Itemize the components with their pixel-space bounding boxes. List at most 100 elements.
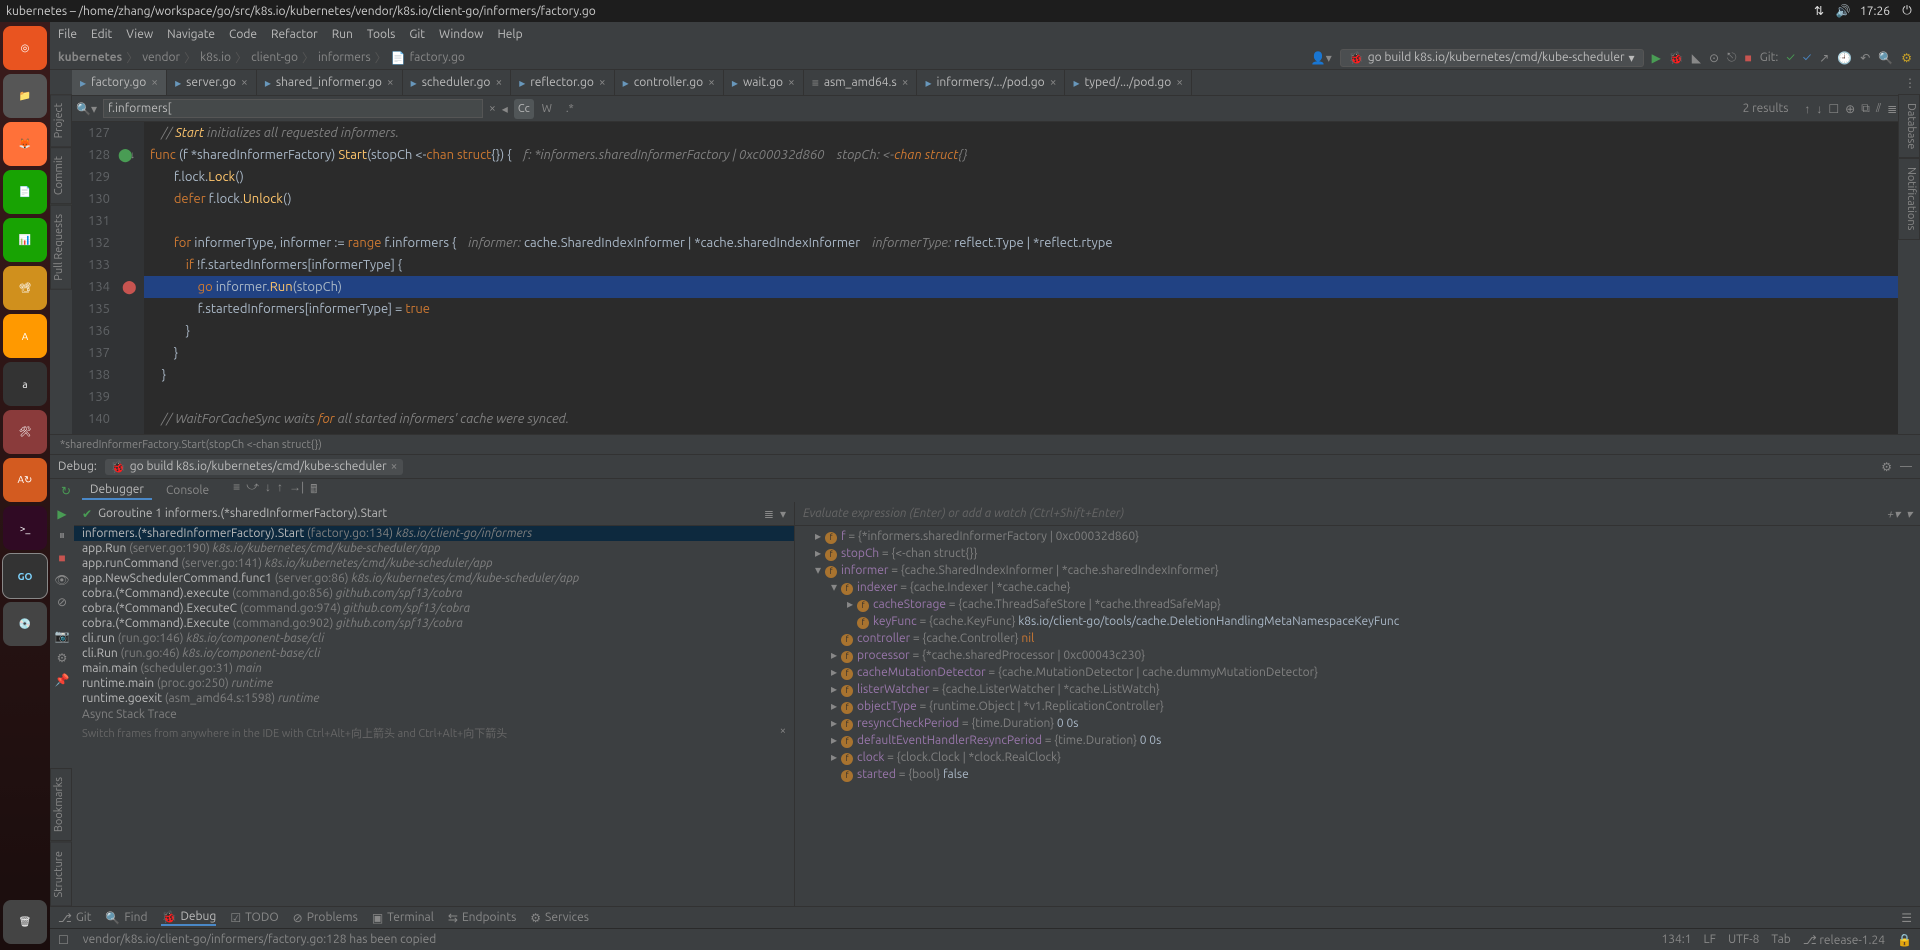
variable-node[interactable]: ▸fprocessor = {*cache.sharedProcessor | … <box>795 647 1920 664</box>
variable-node[interactable]: ▸fresyncCheckPeriod = {time.Duration} 0 … <box>795 715 1920 732</box>
stack-frame[interactable]: app.runCommand (server.go:141) k8s.io/ku… <box>74 556 794 571</box>
tab-factory[interactable]: ▸factory.go× <box>72 70 167 95</box>
launcher-files[interactable]: 📁 <box>3 74 47 118</box>
network-icon[interactable]: ⇅ <box>1812 4 1826 18</box>
variable-node[interactable]: ▸fcacheMutationDetector = {cache.Mutatio… <box>795 664 1920 681</box>
add-watch-icon[interactable]: +▾ <box>1887 507 1900 521</box>
stack-frame[interactable]: cobra.(*Command).execute (command.go:856… <box>74 586 794 601</box>
select-occurrences-icon[interactable]: ⧉ <box>1861 102 1870 116</box>
launcher-ubuntu[interactable]: ◎ <box>3 26 47 70</box>
menu-run[interactable]: Run <box>332 28 353 41</box>
variable-node[interactable]: ▸fclock = {clock.Clock | *clock.RealCloc… <box>795 749 1920 766</box>
menu-edit[interactable]: Edit <box>91 28 112 41</box>
tab-wait[interactable]: ▸wait.go× <box>724 70 804 95</box>
settings-icon[interactable]: ⚙ <box>54 650 70 666</box>
clock[interactable]: 17:26 <box>1860 5 1890 18</box>
tool-debug[interactable]: 🐞Debug <box>161 910 216 926</box>
profile-button[interactable]: ⊙ <box>1709 51 1719 65</box>
variable-node[interactable]: fstarted = {bool} false <box>795 766 1920 783</box>
pin-icon[interactable]: 📌 <box>54 672 70 688</box>
menu-navigate[interactable]: Navigate <box>167 28 215 41</box>
indent[interactable]: Tab <box>1771 933 1790 947</box>
stack-frame[interactable]: cli.run (run.go:146) k8s.io/component-ba… <box>74 631 794 646</box>
select-all-icon[interactable]: ☐ <box>1828 102 1839 116</box>
launcher-updater[interactable]: A↻ <box>3 458 47 502</box>
launcher-trash[interactable]: 🗑 <box>3 900 47 944</box>
clear-search-icon[interactable]: × <box>489 102 496 115</box>
run-to-cursor-icon[interactable]: →| <box>289 480 304 501</box>
lock-icon[interactable]: 🔒 <box>1897 933 1912 947</box>
frames-list-icon[interactable]: ≣ <box>764 507 774 521</box>
tab-typed-pod[interactable]: ▸typed/.../pod.go× <box>1065 70 1192 95</box>
stack-frame[interactable]: cobra.(*Command).ExecuteC (command.go:97… <box>74 601 794 616</box>
tab-console[interactable]: Console <box>158 482 217 499</box>
resume-icon[interactable]: ▶ <box>54 506 70 522</box>
close-hint-icon[interactable]: × <box>780 725 786 737</box>
variable-node[interactable]: ▸flisterWatcher = {cache.ListerWatcher |… <box>795 681 1920 698</box>
dump-threads-icon[interactable]: 📷 <box>54 628 70 644</box>
tab-server[interactable]: ▸server.go× <box>167 70 257 95</box>
menu-tools[interactable]: Tools <box>367 28 396 41</box>
tab-debugger[interactable]: Debugger <box>82 481 152 500</box>
launcher-disc[interactable]: 💿 <box>3 602 47 646</box>
stop-icon[interactable]: ■ <box>54 550 70 566</box>
line-ending[interactable]: LF <box>1704 933 1716 947</box>
stack-frame[interactable]: informers.(*sharedInformerFactory).Start… <box>74 526 794 541</box>
pause-icon[interactable]: ⏸ <box>54 528 70 544</box>
encoding[interactable]: UTF-8 <box>1728 933 1759 947</box>
goroutine-selector[interactable]: Goroutine 1 informers.(*sharedInformerFa… <box>98 507 387 520</box>
launcher-settings[interactable]: 🛠 <box>3 410 47 454</box>
tab-scheduler[interactable]: ▸scheduler.go× <box>403 70 512 95</box>
debug-config[interactable]: 🐞go build k8s.io/kubernetes/cmd/kube-sch… <box>105 459 404 475</box>
launcher-amazon[interactable]: a <box>3 362 47 406</box>
git-history-icon[interactable]: 🕘 <box>1837 51 1852 65</box>
debug-hide-icon[interactable]: — <box>1900 460 1912 474</box>
next-match-icon[interactable]: ↓ <box>1816 102 1822 116</box>
launcher-firefox[interactable]: 🦊 <box>3 122 47 166</box>
menu-help[interactable]: Help <box>497 28 522 41</box>
status-icon[interactable]: ☐ <box>58 933 69 947</box>
tool-commit[interactable]: Commit <box>50 147 72 204</box>
stack-frame[interactable]: runtime.goexit (asm_amd64.s:1598) runtim… <box>74 691 794 706</box>
menu-view[interactable]: View <box>126 28 153 41</box>
mute-breakpoints-icon[interactable]: ⊘ <box>54 594 70 610</box>
code-area[interactable]: // Start initializes all requested infor… <box>144 122 1898 434</box>
launcher-writer[interactable]: 📄 <box>3 170 47 214</box>
more-tabs-icon[interactable]: ⋮ <box>1900 70 1920 95</box>
view-breakpoints-icon[interactable]: 👁 <box>54 572 70 588</box>
debug-settings-icon[interactable]: ⚙ <box>1881 460 1892 474</box>
eval-input[interactable]: Evaluate expression (Enter) or add a wat… <box>803 507 1124 520</box>
menu-code[interactable]: Code <box>229 28 257 41</box>
volume-icon[interactable]: 🔊 <box>1836 4 1850 18</box>
variable-node[interactable]: ▸ff = {*informers.sharedInformerFactory … <box>795 528 1920 545</box>
tool-services[interactable]: ⚙Services <box>530 911 589 925</box>
tool-database[interactable]: Database <box>1898 94 1920 158</box>
tool-git[interactable]: ⎇Git <box>58 911 91 925</box>
breadcrumb[interactable]: kubernetes〉 vendor〉 k8s.io〉 client-go〉 i… <box>58 49 465 66</box>
launcher-terminal[interactable]: >_ <box>3 506 47 550</box>
stack-frame[interactable]: cli.Run (run.go:46) k8s.io/component-bas… <box>74 646 794 661</box>
variable-node[interactable]: ▾findexer = {cache.Indexer | *cache.cach… <box>795 579 1920 596</box>
tab-informers-pod[interactable]: ▸informers/.../pod.go× <box>917 70 1065 95</box>
function-breadcrumb[interactable]: *sharedInformerFactory.Start(stopCh <-ch… <box>50 434 1920 454</box>
rerun-icon[interactable]: ↻ <box>56 484 76 498</box>
step-out-icon[interactable]: ↑ <box>277 480 283 501</box>
tool-project[interactable]: Project <box>50 94 72 147</box>
tab-controller[interactable]: ▸controller.go× <box>615 70 724 95</box>
run-button[interactable]: ▶ <box>1652 51 1661 65</box>
tool-structure[interactable]: Structure <box>50 842 72 907</box>
threads-icon[interactable]: ≡ <box>233 480 240 501</box>
tab-reflector[interactable]: ▸reflector.go× <box>511 70 614 95</box>
menu-file[interactable]: File <box>58 28 77 41</box>
tool-problems[interactable]: ⊘Problems <box>293 911 358 925</box>
toggle-2-icon[interactable]: ≣ <box>1887 102 1897 116</box>
eval-dropdown-icon[interactable]: ▾ <box>1906 507 1912 521</box>
variable-node[interactable]: ▸fcacheStorage = {cache.ThreadSafeStore … <box>795 596 1920 613</box>
coverage-button[interactable]: ◣ <box>1692 51 1701 65</box>
variable-node[interactable]: ▸fdefaultEventHandlerResyncPeriod = {tim… <box>795 732 1920 749</box>
menu-refactor[interactable]: Refactor <box>271 28 318 41</box>
tool-todo[interactable]: ☑TODO <box>230 911 278 925</box>
prev-search-icon[interactable]: ◂ <box>502 102 508 116</box>
stack-frame[interactable]: main.main (scheduler.go:31) main <box>74 661 794 676</box>
step-over-icon[interactable]: ⤻ <box>246 480 259 501</box>
